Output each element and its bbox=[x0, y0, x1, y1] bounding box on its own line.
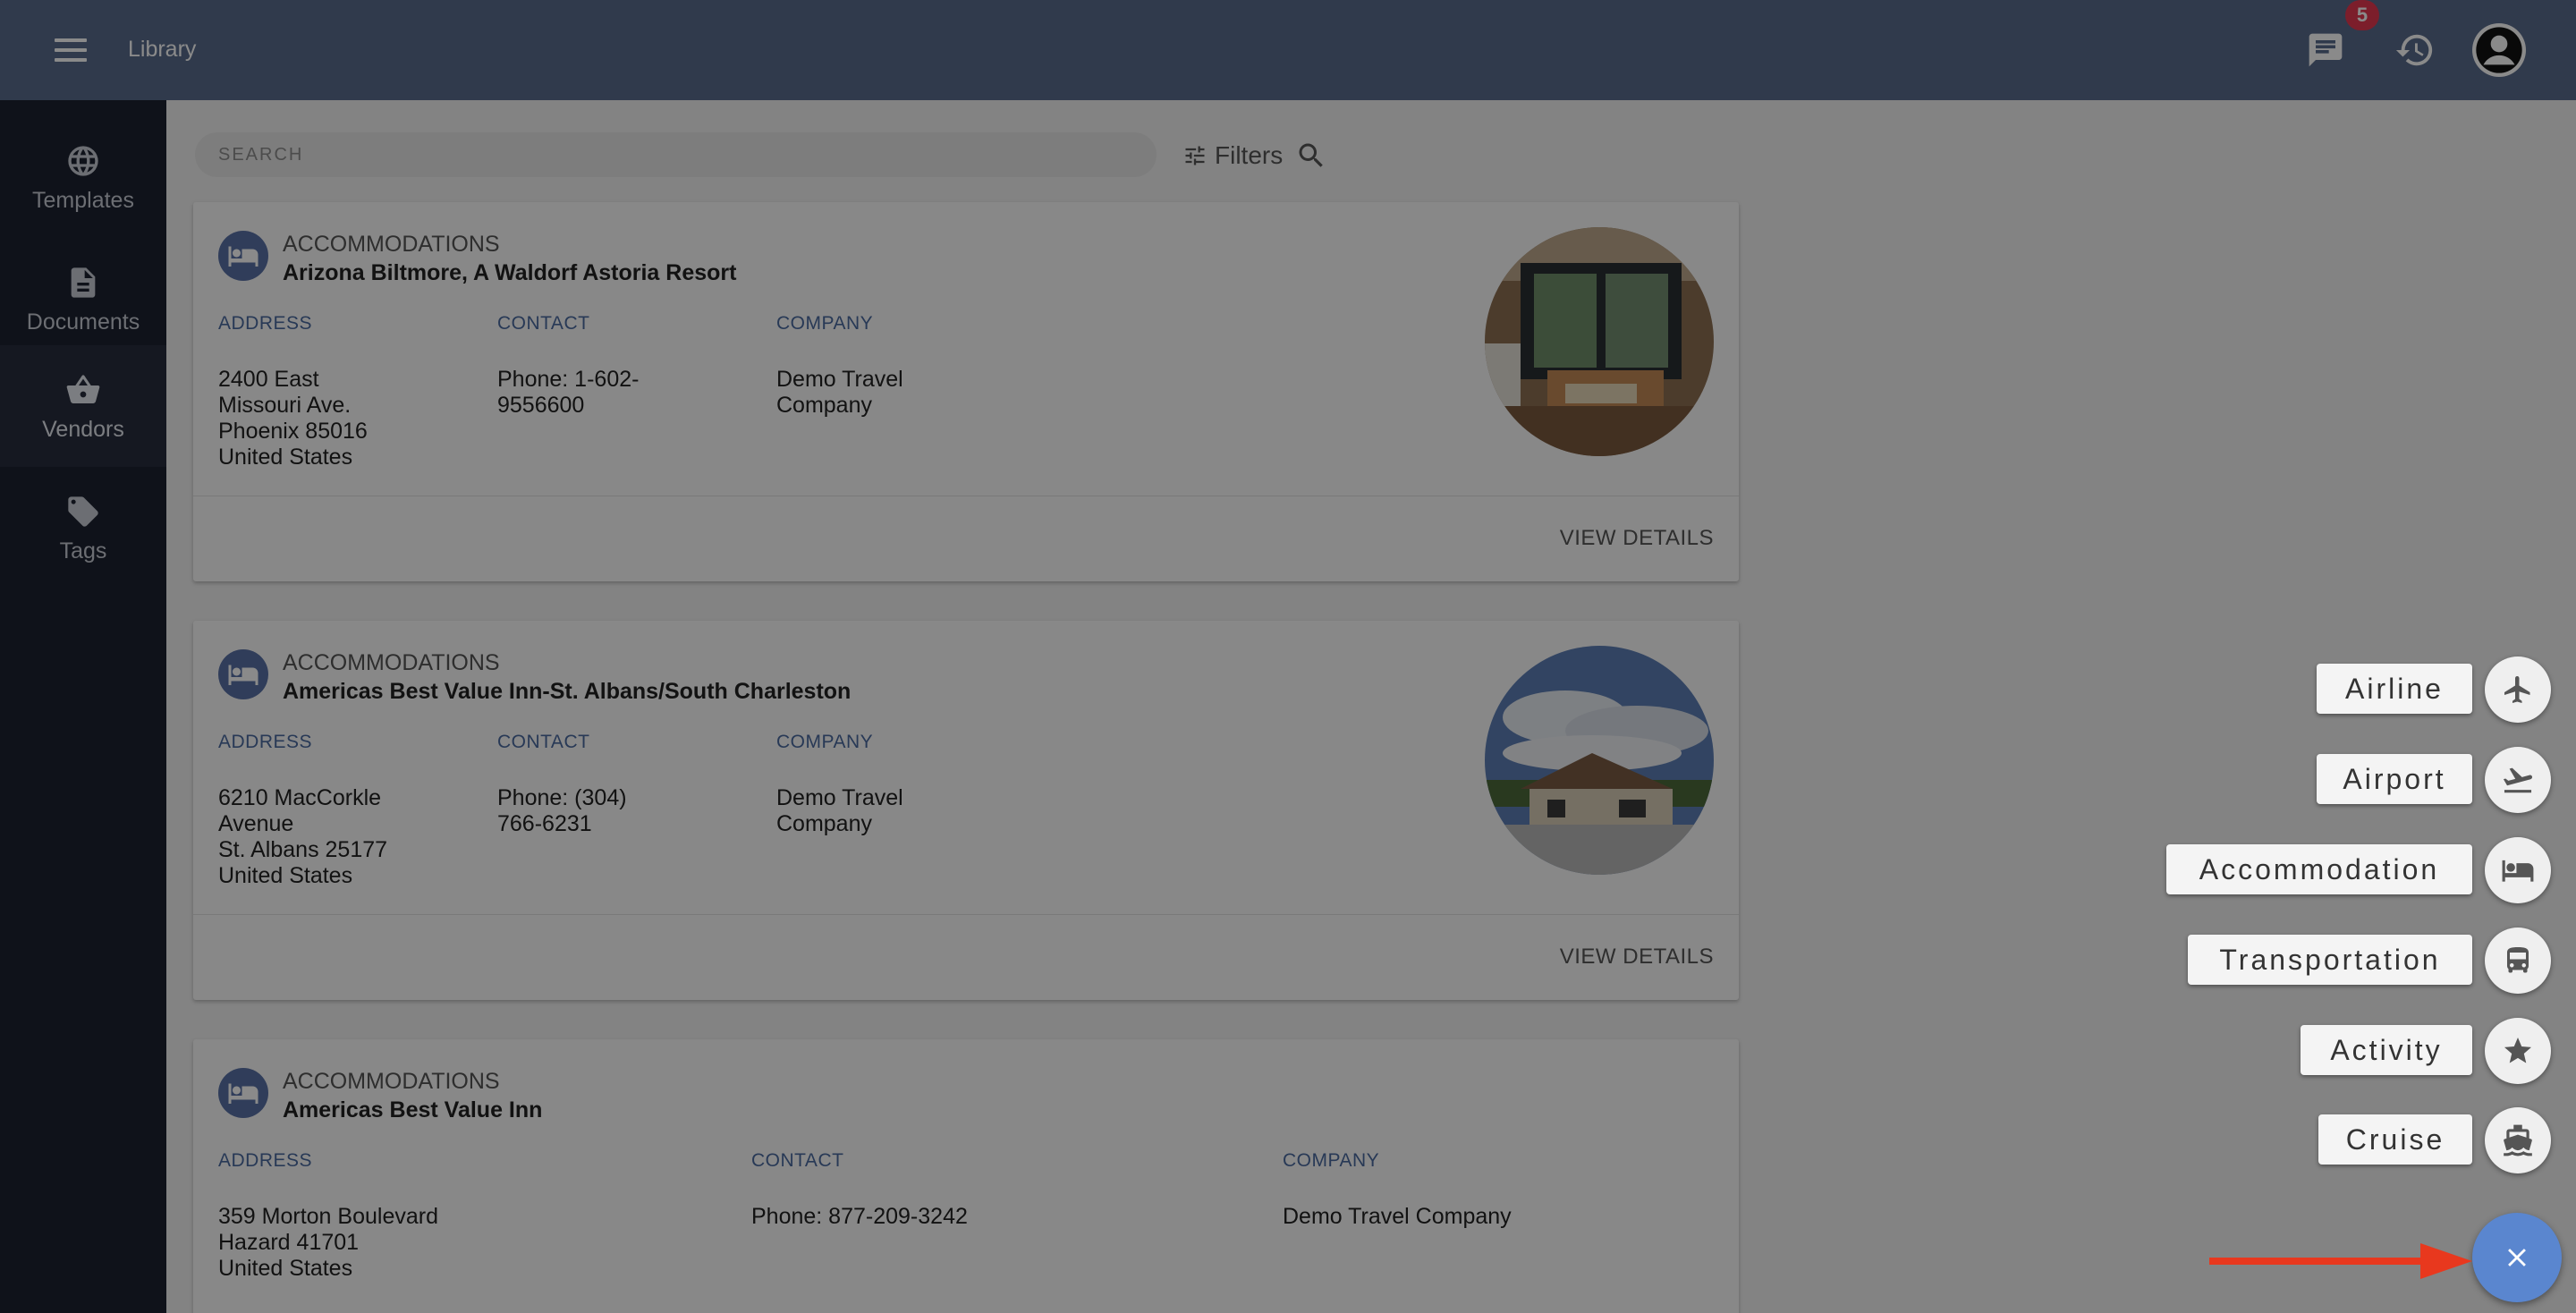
backdrop-overlay[interactable] bbox=[0, 0, 2576, 1313]
speed-dial-label-activity[interactable]: Activity bbox=[2301, 1025, 2472, 1075]
speed-dial-label-airline[interactable]: Airline bbox=[2317, 664, 2472, 714]
star-icon[interactable] bbox=[2485, 1018, 2551, 1084]
annotation-arrow bbox=[2209, 1243, 2472, 1279]
airplane-icon[interactable] bbox=[2485, 656, 2551, 723]
speed-dial-label-transportation[interactable]: Transportation bbox=[2188, 935, 2472, 985]
speed-dial-label-accommodation[interactable]: Accommodation bbox=[2166, 844, 2472, 894]
bed-icon[interactable] bbox=[2485, 837, 2551, 903]
ship-icon[interactable] bbox=[2485, 1107, 2551, 1173]
bus-icon[interactable] bbox=[2485, 928, 2551, 994]
speed-dial-label-airport[interactable]: Airport bbox=[2317, 754, 2472, 804]
close-speed-dial-button[interactable] bbox=[2472, 1213, 2562, 1302]
close-icon bbox=[2508, 1249, 2526, 1266]
flight-takeoff-icon[interactable] bbox=[2485, 747, 2551, 813]
speed-dial-label-cruise[interactable]: Cruise bbox=[2318, 1114, 2472, 1165]
